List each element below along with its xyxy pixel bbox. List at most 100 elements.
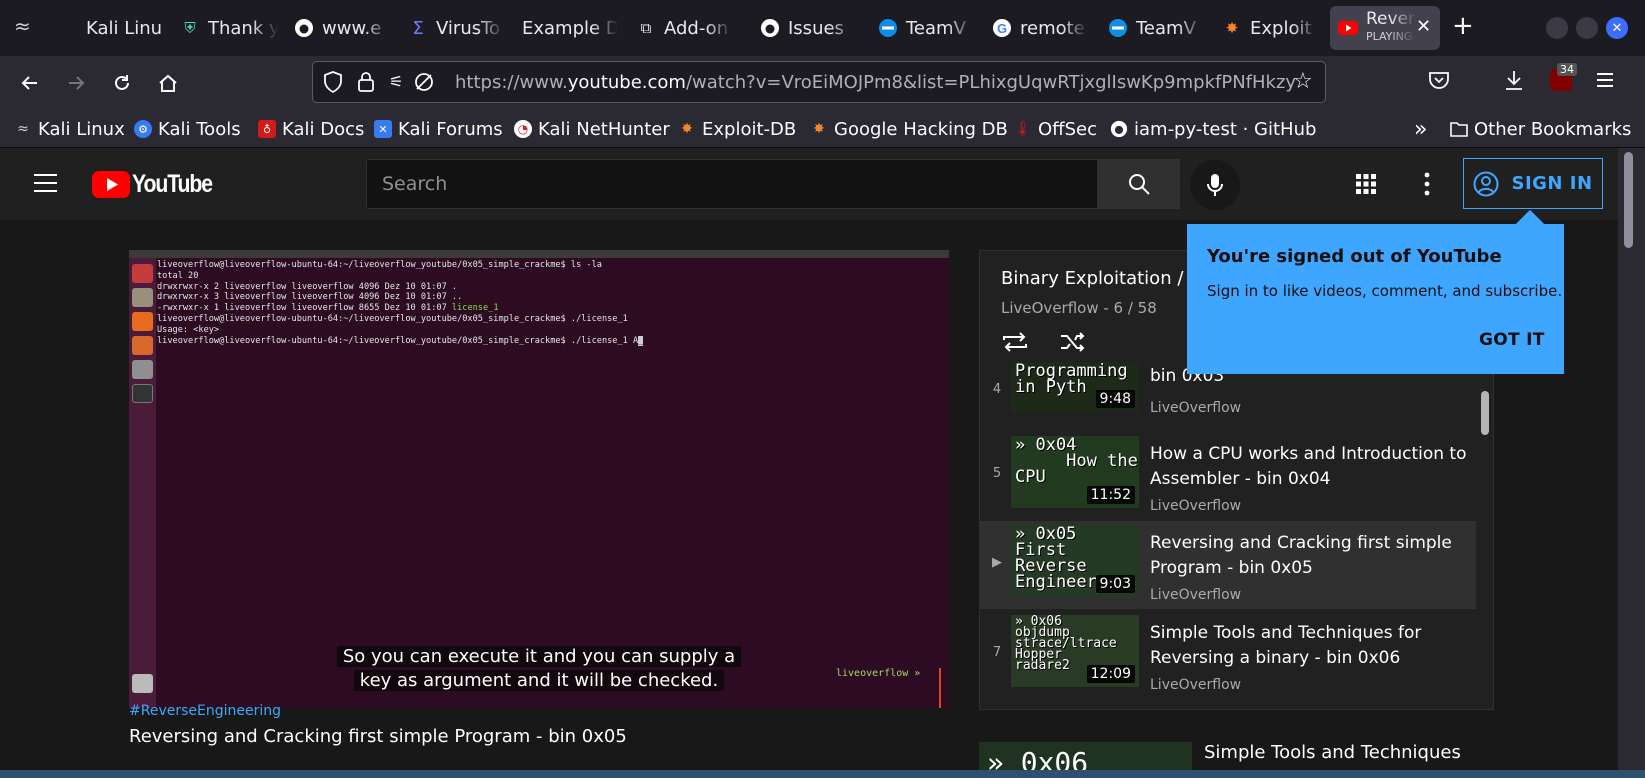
page-scrollbar[interactable] (1624, 152, 1633, 248)
kali-dragon-icon: ≈ (17, 121, 29, 137)
recommended-video-title[interactable]: Simple Tools and Techniques (1204, 742, 1461, 763)
playlist-item-index: 5 (992, 466, 1002, 481)
extension-badge: 34 (1557, 63, 1577, 76)
tab[interactable]: www.e (286, 6, 390, 50)
playlist-item-channel: LiveOverflow (1150, 677, 1242, 693)
video-duration: 11:52 (1086, 486, 1135, 504)
exploit-db-icon: ✸ (1225, 19, 1239, 37)
tab-label: Kali Linux (86, 17, 162, 39)
tab[interactable]: G remote (984, 6, 1088, 50)
bookmark-item[interactable]: iam-py-test · GitHub (1110, 116, 1316, 142)
voice-search-button[interactable] (1190, 160, 1240, 210)
tab[interactable]: Issues (752, 6, 856, 50)
kali-forums-icon: ✕ (374, 120, 392, 138)
youtube-header: YouTube Search SIGN IN (0, 148, 1618, 220)
bookmarks-toolbar: ≈ Kali Linux ⚙ Kali Tools ♁ Kali Docs ✕ Kali… (0, 110, 1645, 148)
apps-grid-icon[interactable] (1355, 173, 1377, 199)
bookmark-item[interactable]: ♁ Kali Docs (258, 116, 364, 142)
autoplay-blocked-icon[interactable] (413, 71, 435, 97)
close-tab-icon[interactable]: ✕ (1416, 16, 1431, 37)
video-duration: 9:48 (1095, 390, 1135, 408)
home-button[interactable] (151, 66, 185, 100)
permissions-icon[interactable]: ⚟ (389, 72, 403, 91)
new-tab-button[interactable]: + (1452, 13, 1474, 39)
pocket-icon[interactable] (1428, 70, 1450, 94)
kali-menu-icon[interactable]: ≈ (14, 14, 40, 40)
other-bookmarks-folder[interactable]: Other Bookmarks (1450, 116, 1631, 142)
svg-text:G: G (997, 21, 1007, 36)
hashtag-link[interactable]: #ReverseEngineering (129, 703, 281, 719)
settings-icon (132, 360, 153, 379)
popover-body: Sign in to like videos, comment, and sub… (1207, 282, 1563, 300)
terminal-icon (132, 384, 153, 403)
url-text[interactable]: https://www.youtube.com/watch?v=VroEiMOJ… (455, 72, 1295, 93)
playlist-item-channel: LiveOverflow (1150, 400, 1242, 416)
youtube-icon (1338, 18, 1358, 38)
youtube-logo[interactable]: YouTube (92, 170, 226, 199)
tab[interactable]: Example D (514, 6, 618, 50)
teamviewer-icon (878, 18, 898, 38)
tab[interactable]: TeamV (1100, 6, 1204, 50)
playlist-scrollbar[interactable] (1481, 391, 1489, 435)
loop-playlist-icon[interactable] (1001, 331, 1029, 357)
tab[interactable]: ⛨ Thank y (172, 6, 278, 50)
tab[interactable]: TeamV (870, 6, 974, 50)
forward-button[interactable] (59, 66, 93, 100)
playlist-item-current[interactable]: ▶ » 0x05 First Reverse Engineer 9:03 Rev… (980, 521, 1476, 609)
video-captions: So you can execute it and you can supply… (129, 645, 949, 693)
back-button[interactable] (13, 66, 47, 100)
tab[interactable]: Σ VirusTo (400, 6, 504, 50)
youtube-logo-text: YouTube (132, 170, 213, 198)
minimize-window-button[interactable] (1546, 17, 1568, 39)
got-it-button[interactable]: GOT IT (1479, 330, 1545, 350)
reload-button[interactable] (105, 66, 139, 100)
bookmark-item[interactable]: ≈ Kali Linux (14, 116, 125, 142)
lock-icon[interactable] (357, 71, 375, 97)
bookmark-star-icon[interactable]: ☆ (1293, 69, 1313, 94)
bookmark-item[interactable]: ⚙ Kali Tools (134, 116, 241, 142)
shuffle-playlist-icon[interactable] (1059, 331, 1087, 357)
puzzle-icon: ⧉ (640, 19, 652, 37)
search-icon (1129, 174, 1150, 195)
playlist-item[interactable]: 7 » 0x06 objdump strace/ltrace Hopper ra… (980, 611, 1476, 699)
bookmark-item[interactable]: ✸ Exploit-DB (678, 116, 796, 142)
video-player[interactable]: liveoverflow@liveoverflow-ubuntu-64:~/li… (129, 250, 949, 708)
caption-line: So you can execute it and you can supply… (336, 646, 742, 667)
github-icon (294, 18, 314, 38)
playlist-item-title: Simple Tools and Techniques for Reversin… (1150, 623, 1422, 668)
kali-tools-icon: ⚙ (134, 120, 152, 138)
video-thumbnail: » 0x04 How the CPU 11:52 (1011, 436, 1139, 508)
tracking-shield-icon[interactable] (323, 71, 343, 97)
tab-active[interactable]: Rever PLAYING ✕ (1330, 6, 1440, 50)
exploit-db-icon: ✸ (813, 121, 825, 137)
folder-icon (1450, 120, 1468, 138)
search-input[interactable]: Search (366, 159, 1098, 209)
teamviewer-icon (1108, 18, 1128, 38)
search-button[interactable] (1098, 159, 1180, 209)
playlist-title[interactable]: Binary Exploitation / Me (1001, 268, 1216, 289)
account-icon (1473, 171, 1499, 196)
offsec-icon: 🌡 (1014, 121, 1032, 137)
terminal-output: liveoverflow@liveoverflow-ubuntu-64:~/li… (157, 260, 644, 346)
settings-more-icon[interactable] (1424, 172, 1430, 200)
tab[interactable]: ✸ Exploit (1214, 6, 1318, 50)
bookmarks-overflow-icon[interactable]: » (1414, 116, 1427, 142)
tab[interactable]: Kali Linux (50, 6, 162, 50)
maximize-window-button[interactable] (1576, 17, 1598, 39)
popover-title: You're signed out of YouTube (1207, 246, 1502, 267)
guide-menu-icon[interactable] (33, 173, 58, 197)
bookmark-item[interactable]: ✕ Kali Forums (374, 116, 503, 142)
ubuntu-launcher (129, 258, 156, 708)
microphone-icon (1207, 174, 1223, 196)
address-bar[interactable]: ⚟ https://www.youtube.com/watch?v=VroEiM… (312, 61, 1326, 103)
playlist-item[interactable]: 5 » 0x04 How the CPU 11:52 How a CPU wor… (980, 432, 1476, 520)
app-menu-icon[interactable] (1596, 72, 1614, 92)
close-window-button[interactable]: ✕ (1606, 17, 1628, 39)
downloads-icon[interactable] (1504, 69, 1524, 95)
bookmark-item[interactable]: 🌡 OffSec (1014, 116, 1097, 142)
bookmark-item[interactable]: ✸ Google Hacking DB (810, 116, 1008, 142)
bookmark-item[interactable]: ◔ Kali NetHunter (514, 116, 670, 142)
tab[interactable]: ⧉ Add-on (628, 6, 732, 50)
search-placeholder: Search (382, 173, 448, 195)
sign-in-button[interactable]: SIGN IN (1463, 158, 1603, 209)
